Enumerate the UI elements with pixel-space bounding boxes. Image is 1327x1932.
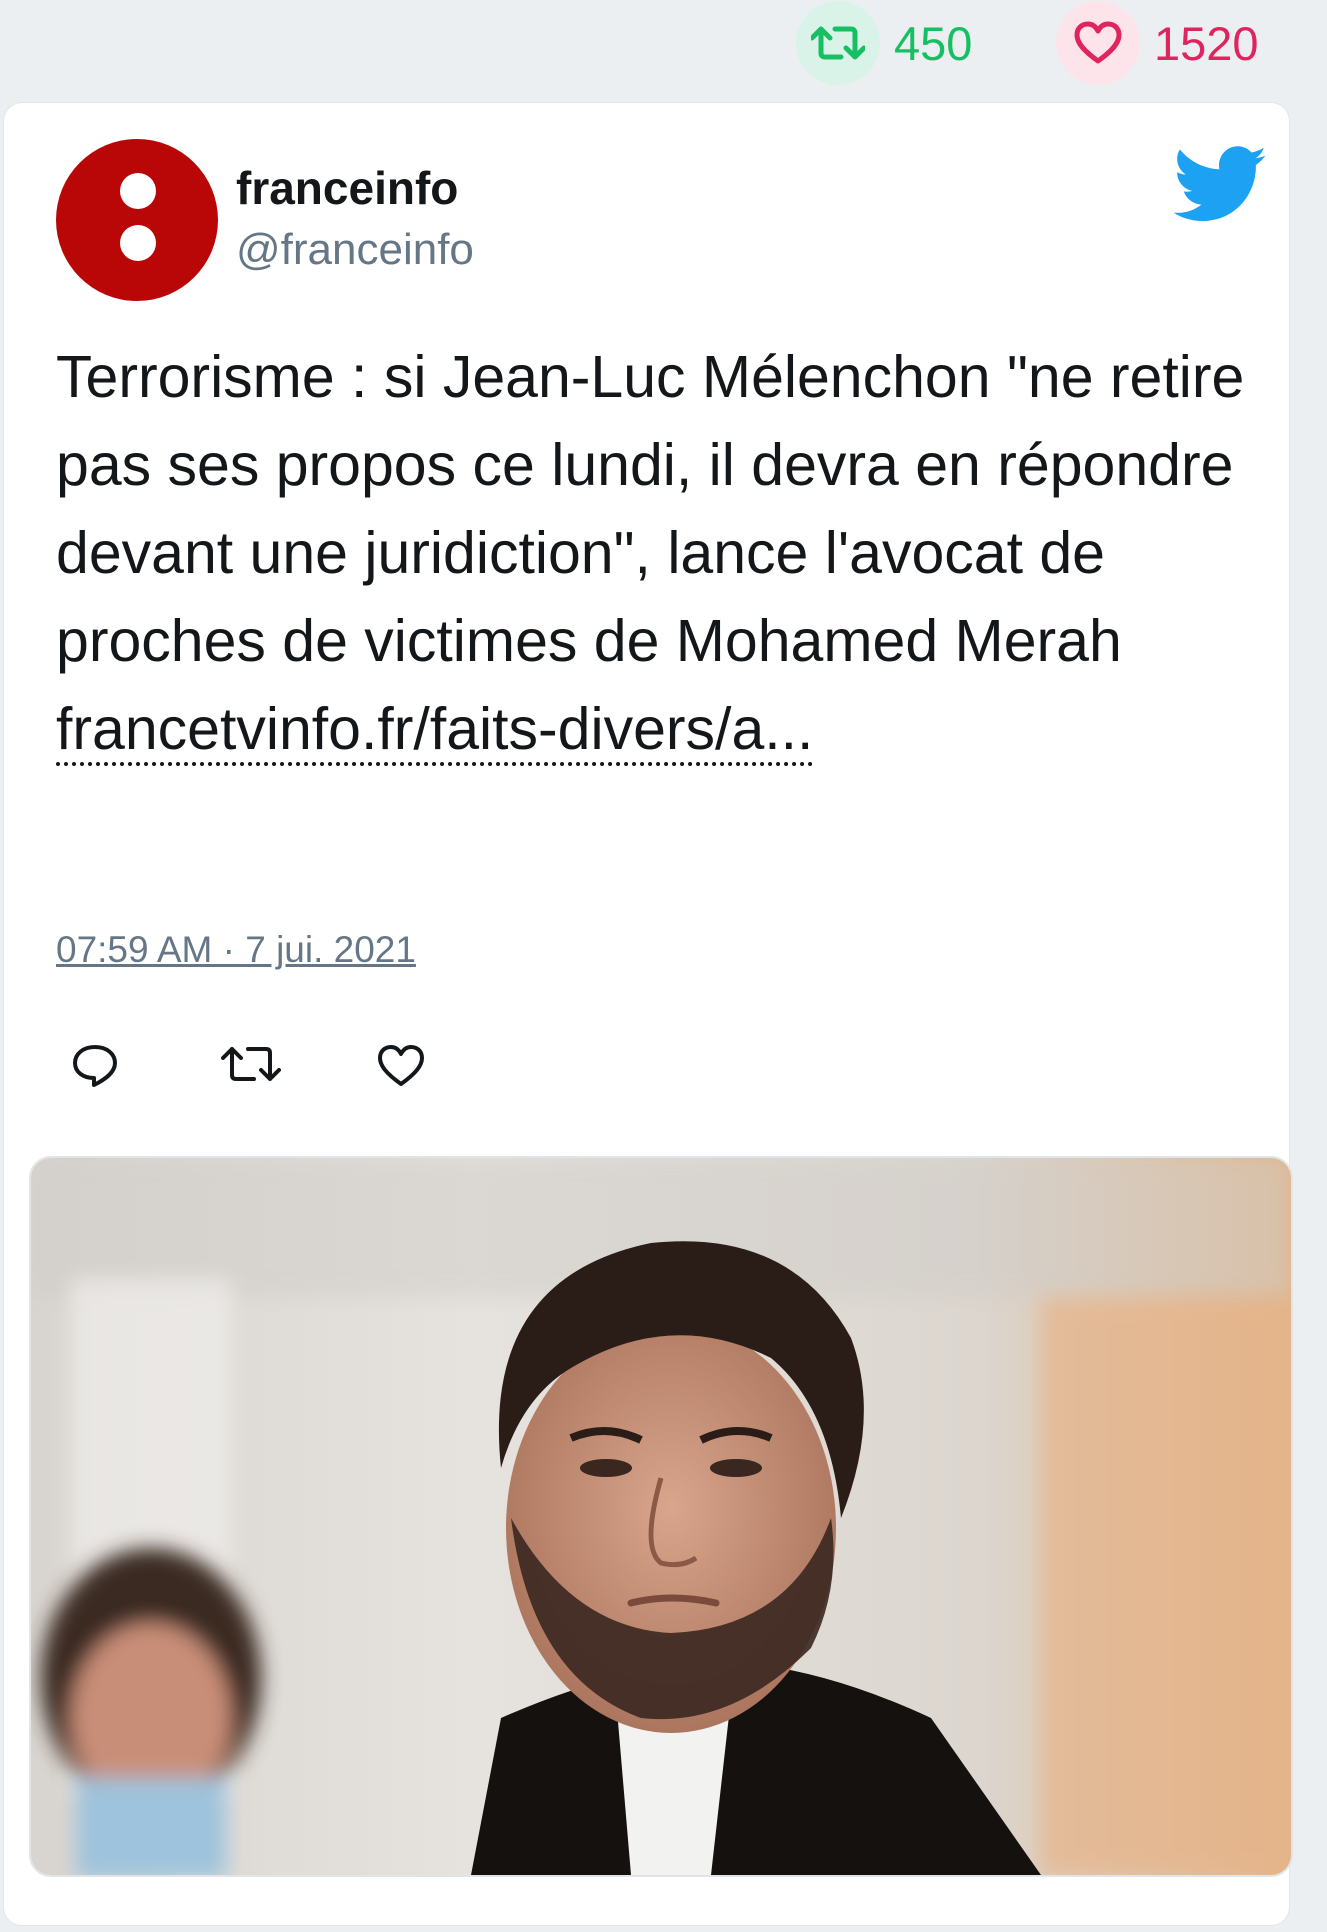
engagement-stats-bar: 450 1520 [0,0,1327,100]
retweet-icon [796,1,880,85]
tweet-timestamp[interactable]: 07:59 AM · 7 jui. 2021 [56,929,416,971]
avatar-logo-dot [120,225,156,261]
tweet-body: Terrorisme : si Jean-Luc Mélenchon "ne r… [56,344,1245,674]
heart-icon [378,1045,424,1086]
reply-icon [73,1045,117,1087]
tweet-card: franceinfo @franceinfo Terrorisme : si J… [4,103,1293,1925]
tweet-link[interactable]: francetvinfo.fr/faits-divers/a... [56,696,814,766]
like-button[interactable] [376,1043,436,1103]
retweet-stat[interactable]: 450 [796,1,973,85]
tweet-media-photo[interactable] [29,1156,1293,1877]
author-handle[interactable]: @franceinfo [236,225,474,275]
like-count: 1520 [1154,16,1259,70]
avatar-logo-dot [120,173,156,209]
retweet-button[interactable] [220,1043,281,1103]
twitter-bird-icon[interactable] [1174,145,1268,225]
heart-icon [1056,1,1140,85]
retweet-count: 450 [894,16,973,70]
reply-button[interactable] [70,1043,130,1103]
like-stat[interactable]: 1520 [1056,1,1259,85]
retweet-icon [221,1047,281,1081]
author-name[interactable]: franceinfo [236,161,458,215]
tweet-text: Terrorisme : si Jean-Luc Mélenchon "ne r… [56,333,1286,773]
avatar[interactable] [56,139,218,301]
